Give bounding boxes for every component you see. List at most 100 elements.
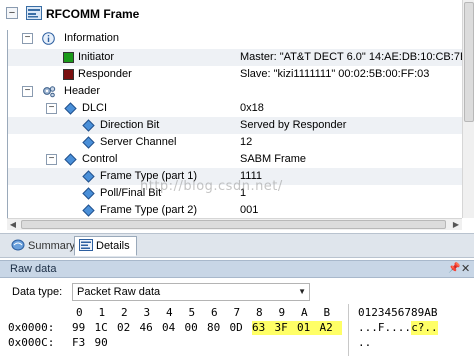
- vertical-scroll-thumb[interactable]: [464, 2, 474, 122]
- hex-byte: 3F: [274, 321, 297, 335]
- tree-label: Information: [64, 32, 120, 44]
- hex-column-header: 9: [278, 306, 286, 319]
- view-tabs: Summary Details: [0, 234, 474, 258]
- tree-item-initiator[interactable]: Initiator Master: "AT&T DECT 6.0" 14:AE:…: [8, 49, 467, 66]
- tree-value: Slave: "kizi1111111" 00:02:5B:00:FF:03: [240, 68, 430, 80]
- tree-label: Initiator: [78, 51, 115, 63]
- tree-label: Frame Type (part 2): [100, 204, 197, 216]
- hex-column-header: 0: [76, 306, 83, 319]
- tab-details-label: Details: [96, 240, 130, 252]
- tree-item-responder[interactable]: Responder Slave: "kizi1111111" 00:02:5B:…: [8, 66, 463, 83]
- field-diamond-icon: [64, 153, 77, 166]
- hex-column-header: 3: [143, 306, 151, 319]
- scroll-left-arrow-icon[interactable]: ◀: [7, 219, 19, 230]
- data-type-row: Data type: Packet Raw data ▼: [0, 280, 474, 304]
- tree-value: Master: "AT&T DECT 6.0" 14:AE:DB:10:CB:7…: [240, 51, 468, 63]
- hex-column-header: 4: [166, 306, 173, 319]
- tree-item-information[interactable]: − Information: [8, 30, 463, 47]
- tree-item-dlci[interactable]: − DLCI 0x18: [8, 100, 463, 117]
- data-type-label: Data type:: [12, 286, 63, 298]
- hex-byte: 01: [297, 321, 320, 335]
- tree-item-header[interactable]: − Header: [8, 83, 463, 100]
- collapse-information-button[interactable]: −: [22, 33, 33, 44]
- tree-value: SABM Frame: [240, 153, 307, 165]
- hex-byte: F3: [72, 336, 86, 349]
- hex-byte: 1C: [94, 321, 108, 334]
- field-diamond-icon: [82, 187, 95, 200]
- ascii-column-header: 0123456789AB: [358, 306, 438, 319]
- horizontal-scrollbar[interactable]: ◀ ▶: [7, 218, 462, 230]
- tree-label: Header: [64, 85, 101, 97]
- initiator-color-icon: [62, 51, 75, 64]
- hex-byte: 04: [162, 321, 176, 334]
- hex-column-header: A: [301, 306, 308, 319]
- ascii-text: ..: [358, 336, 372, 349]
- hex-dump: 0 1 2 3 4 5 6 7 8 9 A B 0123456789AB 0x0000: 99 1C 02 46 0…: [0, 304, 474, 356]
- hex-byte: 63: [252, 321, 275, 335]
- tree-item-frame-type-2[interactable]: Frame Type (part 2) 001: [8, 202, 463, 219]
- info-icon: [42, 32, 55, 45]
- tree-value: 0x18: [240, 102, 264, 114]
- tree-label: DLCI: [82, 102, 108, 114]
- field-diamond-icon: [82, 204, 95, 217]
- raw-data-title: Raw data: [10, 263, 57, 275]
- hex-byte: 02: [117, 321, 131, 334]
- collapse-header-button[interactable]: −: [22, 86, 33, 97]
- frame-icon: [26, 6, 42, 20]
- hex-byte: 46: [139, 321, 153, 334]
- hex-column-header: 2: [121, 306, 128, 319]
- frame-title: RFCOMM Frame: [46, 7, 140, 21]
- watermark: http://blog.csdn.net/: [140, 179, 283, 194]
- hex-offset: 0x0000:: [8, 321, 55, 334]
- tree-label: Server Channel: [100, 136, 177, 148]
- summary-icon: [11, 239, 25, 251]
- ascii-text-highlighted: c?..: [411, 321, 438, 335]
- hex-byte: 00: [184, 321, 198, 334]
- tree-item-server-channel[interactable]: Server Channel 12: [8, 134, 463, 151]
- hex-ascii-divider: [348, 304, 349, 356]
- frame-header-row[interactable]: − RFCOMM Frame: [0, 3, 474, 25]
- hex-column-header: 8: [256, 306, 263, 319]
- data-type-select[interactable]: Packet Raw data ▼: [72, 283, 310, 301]
- pin-icon[interactable]: 📌: [448, 263, 460, 275]
- field-diamond-icon: [82, 136, 95, 149]
- responder-color-icon: [62, 68, 75, 81]
- collapse-dlci-button[interactable]: −: [46, 103, 57, 114]
- tree-value: 001: [240, 204, 259, 216]
- details-tree-panel: − RFCOMM Frame − Information Initiator M…: [0, 0, 474, 234]
- hex-byte: 80: [207, 321, 221, 334]
- field-diamond-icon: [64, 102, 77, 115]
- chevron-down-icon: ▼: [298, 287, 306, 296]
- collapse-control-button[interactable]: −: [46, 154, 57, 165]
- tab-details[interactable]: Details: [74, 236, 137, 256]
- hex-byte: 0D: [229, 321, 243, 334]
- details-icon: [79, 239, 93, 251]
- gear-icon: [42, 85, 56, 98]
- tree-label: Responder: [78, 68, 132, 80]
- collapse-frame-button[interactable]: −: [6, 7, 18, 19]
- hex-byte: A2: [319, 321, 342, 335]
- hex-column-header: 5: [188, 306, 196, 319]
- tab-summary-label: Summary: [28, 240, 76, 252]
- scroll-right-arrow-icon[interactable]: ▶: [450, 219, 462, 230]
- ascii-text: ...F....: [358, 321, 411, 334]
- horizontal-scroll-thumb[interactable]: [21, 220, 446, 229]
- tree-item-direction-bit[interactable]: Direction Bit Served by Responder: [8, 117, 463, 134]
- tree-label: Control: [82, 153, 118, 165]
- hex-byte: 90: [94, 336, 108, 349]
- vertical-scrollbar[interactable]: [462, 0, 474, 218]
- data-type-value: Packet Raw data: [77, 286, 161, 298]
- tab-summary[interactable]: Summary: [6, 236, 82, 256]
- hex-column-header: B: [323, 306, 331, 319]
- hex-column-header: 6: [211, 306, 218, 319]
- hex-byte: 99: [72, 321, 86, 334]
- tree-label: Direction Bit: [100, 119, 160, 131]
- field-diamond-icon: [82, 170, 95, 183]
- hex-offset: 0x000C:: [8, 336, 55, 349]
- hex-column-header: 7: [233, 306, 241, 319]
- close-icon[interactable]: ✕: [461, 262, 471, 276]
- hex-column-header: 1: [98, 306, 106, 319]
- tree-value: Served by Responder: [240, 119, 347, 131]
- raw-data-header: Raw data 📌 ✕: [0, 260, 474, 278]
- tree-item-control[interactable]: − Control SABM Frame: [8, 151, 463, 168]
